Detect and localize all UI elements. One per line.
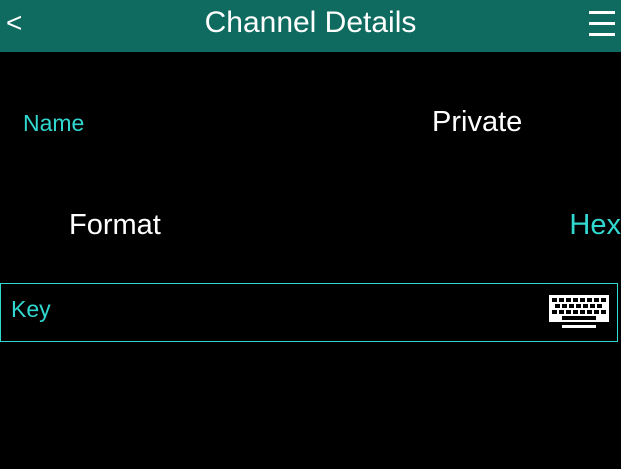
- hamburger-menu-icon[interactable]: [589, 9, 615, 39]
- format-label: Format: [69, 209, 161, 241]
- menu-bar-middle: [589, 22, 615, 25]
- key-label: Key: [11, 296, 51, 322]
- name-value[interactable]: Private: [432, 106, 522, 139]
- page-title: Channel Details: [204, 6, 417, 39]
- format-value[interactable]: Hex: [569, 209, 621, 242]
- key-input-field[interactable]: Key: [0, 283, 618, 342]
- header-bar: < Channel Details: [0, 0, 621, 52]
- menu-bar-top: [589, 11, 615, 14]
- menu-bar-bottom: [589, 33, 615, 36]
- name-label: Name: [23, 110, 85, 136]
- keyboard-icon[interactable]: [548, 294, 610, 330]
